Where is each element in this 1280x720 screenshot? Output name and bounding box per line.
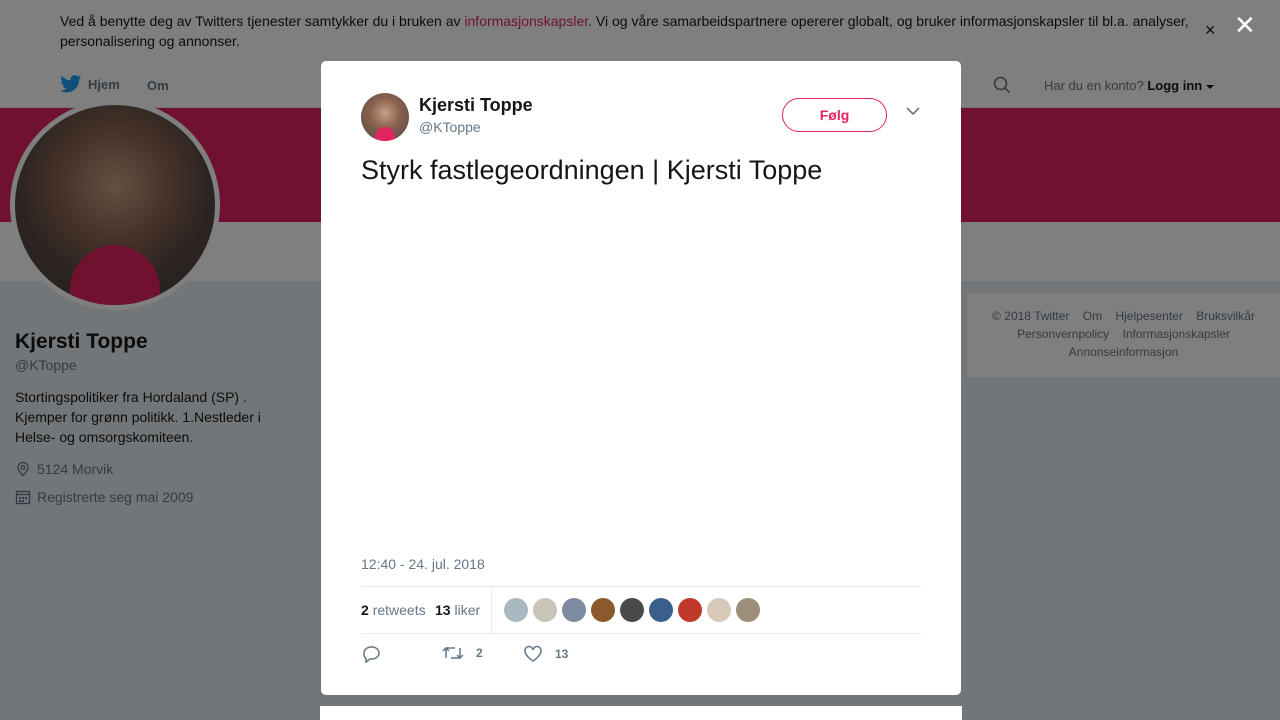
reply-icon	[363, 646, 380, 663]
next-modal-edge	[320, 706, 962, 720]
liker-avatar[interactable]	[504, 598, 528, 622]
tweet-stats: 2 retweets 13 liker	[361, 586, 921, 634]
stats-divider	[491, 587, 492, 634]
follow-button[interactable]: Følg	[782, 98, 887, 132]
like-button[interactable]: 13	[523, 645, 568, 663]
overlay-close-button[interactable]: ✕	[1234, 12, 1256, 38]
liker-avatar[interactable]	[707, 598, 731, 622]
tweet-actions: 2 13	[361, 645, 921, 665]
liker-avatar[interactable]	[562, 598, 586, 622]
liker-avatars	[504, 598, 760, 622]
tweet-timestamp[interactable]: 12:40 - 24. jul. 2018	[361, 556, 485, 572]
liker-avatar[interactable]	[678, 598, 702, 622]
like-stat[interactable]: 13 liker	[435, 602, 480, 618]
liker-avatar[interactable]	[620, 598, 644, 622]
retweet-count: 2	[361, 602, 369, 618]
retweet-label: retweets	[372, 602, 426, 618]
tweet-modal: Kjersti Toppe @KToppe Følg Styrk fastleg…	[321, 61, 961, 695]
chevron-down-icon[interactable]	[906, 107, 920, 116]
liker-avatar[interactable]	[649, 598, 673, 622]
author-avatar[interactable]	[361, 93, 409, 141]
author-handle[interactable]: @KToppe	[419, 119, 481, 135]
liker-avatar[interactable]	[736, 598, 760, 622]
retweet-button[interactable]: 2	[442, 645, 483, 661]
tweet-text: Styrk fastlegeordningen | Kjersti Toppe	[361, 155, 823, 185]
liker-avatar[interactable]	[591, 598, 615, 622]
like-label: liker	[454, 602, 481, 618]
author-name[interactable]: Kjersti Toppe	[419, 95, 533, 116]
like-count: 13	[435, 602, 451, 618]
retweet-stat[interactable]: 2 retweets	[361, 602, 426, 618]
liker-avatar[interactable]	[533, 598, 557, 622]
retweet-icon	[442, 646, 464, 660]
like-action-count: 13	[555, 647, 569, 661]
heart-icon	[524, 645, 542, 662]
retweet-action-count: 2	[476, 646, 483, 660]
reply-button[interactable]	[361, 645, 381, 663]
